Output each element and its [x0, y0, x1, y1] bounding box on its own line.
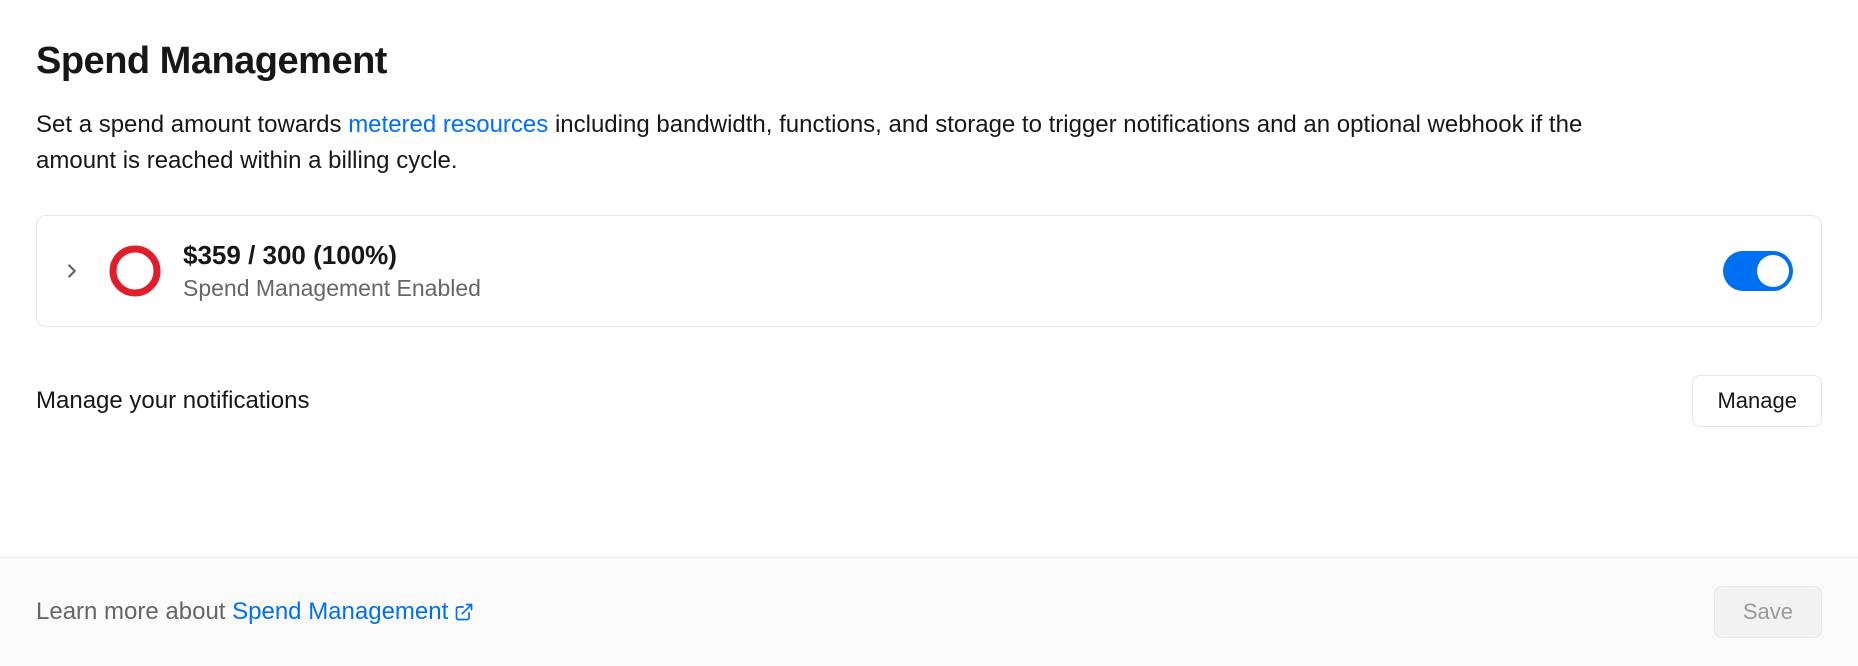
toggle-knob — [1757, 255, 1789, 287]
metered-resources-link[interactable]: metered resources — [348, 111, 548, 138]
save-button[interactable]: Save — [1714, 586, 1822, 638]
page-description: Set a spend amount towards metered resou… — [36, 107, 1636, 179]
chevron-right-icon[interactable] — [57, 256, 87, 286]
spend-card: $359 / 300 (100%) Spend Management Enabl… — [36, 215, 1822, 327]
card-footer: Learn more about Spend Management Save — [0, 557, 1858, 666]
manage-notifications-button[interactable]: Manage — [1692, 375, 1822, 427]
page-title: Spend Management — [36, 40, 1822, 83]
spend-enable-toggle[interactable] — [1723, 251, 1793, 291]
footer-prefix: Learn more about — [36, 598, 232, 625]
external-link-icon — [454, 602, 474, 622]
spend-progress-ring-icon — [109, 245, 161, 297]
spend-management-doc-link[interactable]: Spend Management — [232, 598, 474, 626]
spend-status: Spend Management Enabled — [183, 275, 1701, 302]
notifications-label: Manage your notifications — [36, 387, 310, 415]
desc-prefix: Set a spend amount towards — [36, 111, 348, 138]
footer-link-text: Spend Management — [232, 598, 448, 626]
spend-amount: $359 / 300 (100%) — [183, 240, 1701, 271]
